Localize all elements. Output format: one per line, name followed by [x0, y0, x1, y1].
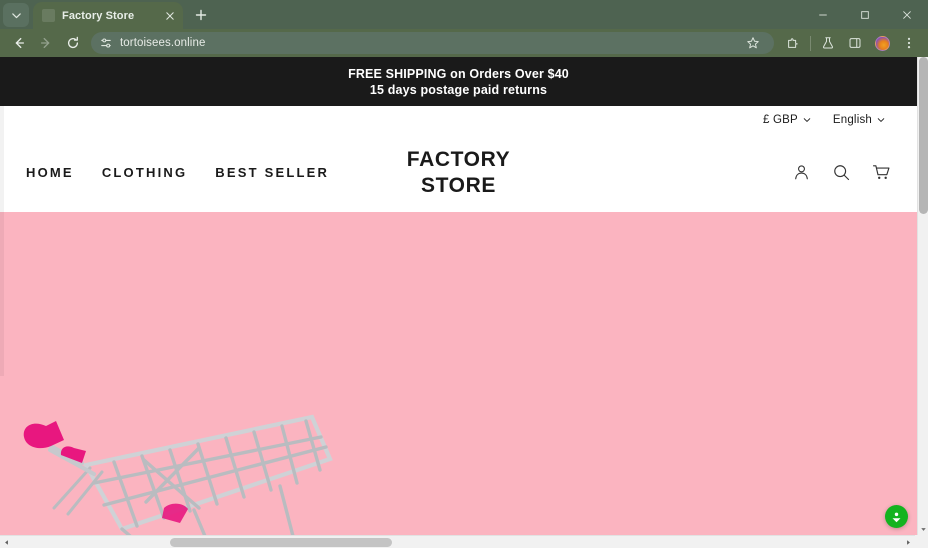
site-header: HOME CLOTHING BEST SELLER FACTORY STORE [0, 133, 917, 212]
web-page: FREE SHIPPING on Orders Over $40 15 days… [0, 57, 917, 535]
reload-icon [67, 36, 79, 49]
tune-sliders-icon [100, 38, 111, 48]
scroll-down-arrow-icon [921, 528, 926, 531]
tab-search-button[interactable] [3, 3, 29, 27]
currency-label: £ GBP [762, 113, 798, 126]
locale-bar: £ GBP English [0, 106, 917, 133]
scroll-down-arrow-icon[interactable] [918, 524, 928, 535]
page-left-edge-strip [0, 106, 4, 376]
nav-item-home[interactable]: HOME [26, 165, 74, 180]
chevron-down-icon [803, 117, 811, 122]
profile-avatar-icon [874, 35, 890, 51]
header-icon-group [792, 163, 891, 182]
chevron-down-icon [11, 12, 21, 18]
vertical-scrollbar-thumb[interactable] [919, 57, 928, 214]
scroll-left-arrow-icon [5, 540, 8, 545]
hero-banner [0, 212, 917, 535]
close-window-button[interactable] [886, 0, 928, 29]
profile-button[interactable] [869, 31, 895, 55]
main-navigation: HOME CLOTHING BEST SELLER [26, 165, 329, 180]
side-panel-button[interactable] [842, 31, 868, 55]
scroll-left-arrow-icon[interactable] [0, 536, 13, 548]
new-tab-button[interactable] [188, 2, 214, 28]
currency-selector[interactable]: £ GBP [763, 114, 811, 126]
address-bar-url: tortoisees.online [120, 37, 206, 49]
forward-arrow-icon [40, 37, 50, 49]
minimize-icon [819, 14, 827, 15]
chat-support-icon [889, 509, 904, 524]
scrollbar-corner [915, 535, 928, 548]
close-icon [165, 11, 174, 20]
chevron-down-icon [877, 117, 885, 122]
search-icon [834, 165, 850, 181]
maximize-button[interactable] [844, 0, 886, 29]
three-dot-menu-icon [907, 37, 911, 49]
bookmark-button[interactable] [740, 31, 766, 55]
cart-icon[interactable] [872, 163, 891, 182]
vertical-scrollbar[interactable] [917, 57, 928, 535]
close-icon [903, 10, 911, 19]
browser-window: Factory Store tortoisees.online FREE SHI… [0, 0, 928, 548]
scroll-right-arrow-icon [907, 540, 910, 545]
shopping-cart-photo [23, 414, 333, 535]
page-favicon [42, 9, 55, 22]
cart-icon [872, 165, 890, 180]
tune-sliders-icon[interactable] [98, 36, 113, 51]
chat-support-button[interactable] [885, 505, 908, 528]
tab-strip: Factory Store [0, 0, 928, 29]
announcement-line-1: FREE SHIPPING on Orders Over $40 [348, 67, 569, 81]
announcement-bar: FREE SHIPPING on Orders Over $40 15 days… [0, 57, 917, 106]
tab-title: Factory Store [62, 9, 135, 22]
extensions-button[interactable] [780, 31, 806, 55]
browser-menu-button[interactable] [896, 31, 922, 55]
plus-icon [195, 9, 207, 21]
account-icon [795, 165, 808, 180]
forward-button[interactable] [33, 31, 59, 55]
toolbar-divider [810, 35, 811, 51]
search-icon[interactable] [832, 163, 851, 182]
announcement-line-2: 15 days postage paid returns [369, 83, 548, 97]
nav-item-best-seller[interactable]: BEST SELLER [215, 165, 329, 180]
address-bar[interactable]: tortoisees.online [91, 32, 774, 54]
back-button[interactable] [6, 31, 32, 55]
minimize-button[interactable] [802, 0, 844, 29]
horizontal-scrollbar[interactable] [0, 535, 928, 548]
maximize-icon [861, 10, 869, 19]
browser-tab[interactable]: Factory Store [33, 2, 183, 29]
back-arrow-icon [15, 37, 25, 49]
nav-item-clothing[interactable]: CLOTHING [102, 165, 187, 180]
browser-toolbar: tortoisees.online [0, 29, 928, 57]
language-label: English [832, 113, 872, 126]
flask-icon [823, 37, 833, 49]
window-controls [802, 0, 928, 29]
tab-close-button[interactable] [162, 8, 177, 23]
star-icon [747, 37, 759, 49]
language-selector[interactable]: English [833, 114, 885, 126]
page-viewport: FREE SHIPPING on Orders Over $40 15 days… [0, 57, 928, 548]
scroll-right-arrow-icon[interactable] [902, 536, 915, 548]
extensions-puzzle-icon [788, 38, 798, 48]
horizontal-scrollbar-thumb[interactable] [170, 538, 392, 547]
reload-button[interactable] [60, 31, 86, 55]
experiments-button[interactable] [815, 31, 841, 55]
side-panel-icon [849, 38, 861, 48]
account-icon[interactable] [792, 163, 811, 182]
